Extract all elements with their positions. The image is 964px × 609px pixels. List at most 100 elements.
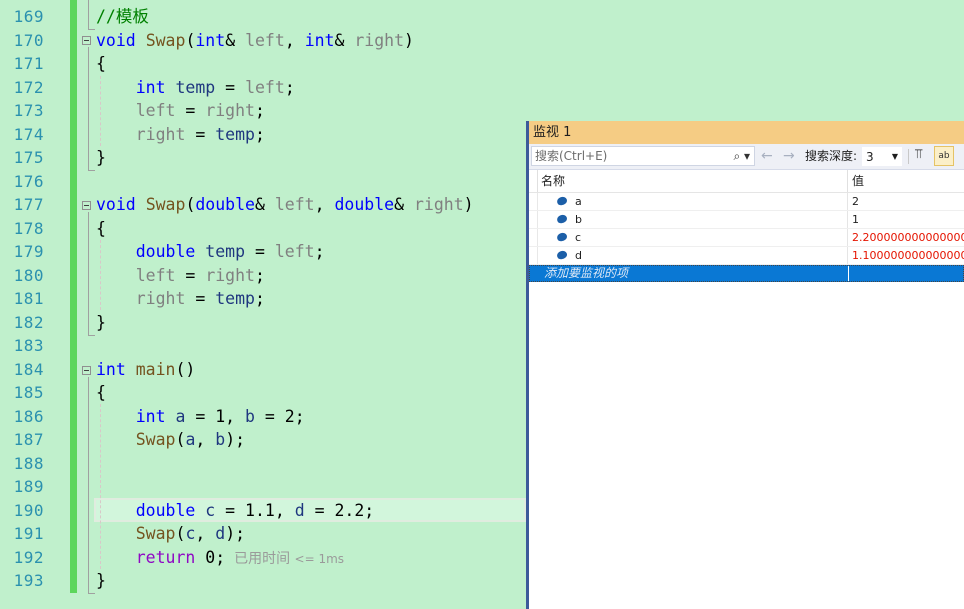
pin-filter-icon[interactable]: ⫪ <box>915 147 922 162</box>
code-text[interactable]: { <box>96 381 106 405</box>
code-token: = <box>175 265 206 285</box>
code-text[interactable]: left = right; <box>96 99 265 123</box>
indent-guide <box>100 240 101 310</box>
line-number: 185 <box>13 383 44 402</box>
outline-guide <box>88 212 89 335</box>
watch-value[interactable]: 1.1000000000000001 <box>852 247 964 264</box>
code-token: ; <box>254 124 265 144</box>
code-text[interactable]: return 0; 已用时间 <= 1ms <box>96 546 344 572</box>
watch-value[interactable]: 2 <box>852 193 859 210</box>
forward-arrow-icon[interactable]: → <box>783 147 795 165</box>
search-depth-select[interactable]: 3 ▼ <box>862 147 902 166</box>
watch-name[interactable]: b <box>575 211 582 228</box>
code-text[interactable]: right = temp; <box>96 123 265 147</box>
outline-guide <box>88 47 89 170</box>
search-depth-label: 搜索深度: <box>805 149 858 163</box>
code-text[interactable]: Swap(a, b); <box>96 428 245 452</box>
line-number: 173 <box>13 101 44 120</box>
code-text[interactable]: void Swap(int& left, int& right) <box>96 29 414 53</box>
watch-row[interactable]: a2 <box>529 193 964 211</box>
code-token: = 2.2; <box>304 500 375 520</box>
code-token: double <box>135 242 196 261</box>
search-input[interactable]: 搜索(Ctrl+E) ⌕ ▾ <box>531 146 755 166</box>
code-token: 0; <box>195 547 226 567</box>
collapse-icon[interactable] <box>82 366 91 375</box>
header-gutter <box>529 170 538 192</box>
column-resize-handle[interactable] <box>847 170 848 192</box>
code-token: = 1, <box>185 406 246 426</box>
line-number: 175 <box>13 148 44 167</box>
watch-value[interactable]: 1 <box>852 211 859 228</box>
outline-guide <box>88 593 95 594</box>
watch-row[interactable]: c 2.2000000000000002 <box>529 229 964 247</box>
code-text[interactable]: } <box>96 146 106 170</box>
watch-value[interactable]: 2.2000000000000002 <box>852 229 964 246</box>
code-line[interactable]: 172 int temp = left; <box>0 76 964 100</box>
code-text[interactable]: } <box>96 311 106 335</box>
toolbar-separator <box>908 149 909 164</box>
code-text[interactable]: { <box>96 52 106 76</box>
code-token: & <box>394 195 414 214</box>
watch-name[interactable]: d <box>575 247 582 264</box>
code-text[interactable]: int a = 1, b = 2; <box>96 405 305 429</box>
code-token: } <box>96 571 106 590</box>
code-token: //模板 <box>96 7 149 26</box>
watch-row[interactable]: b1 <box>529 211 964 229</box>
code-token: int <box>135 406 166 426</box>
perf-tip[interactable]: 已用时间 <= 1ms <box>225 551 344 567</box>
code-text[interactable]: right = temp; <box>96 287 265 311</box>
code-text[interactable]: int main() <box>96 358 195 382</box>
code-token: right <box>135 124 186 144</box>
variable-icon <box>555 249 569 261</box>
code-text[interactable]: double temp = left; <box>96 240 325 264</box>
row-gutter <box>529 229 538 246</box>
add-watch-row[interactable]: 添加要监视的项 <box>529 265 964 282</box>
line-number: 181 <box>13 289 44 308</box>
hex-display-button[interactable]: ab <box>934 146 954 166</box>
watch-title[interactable]: 监视 1 <box>529 121 964 144</box>
code-line[interactable]: 169 //模板 <box>0 5 964 29</box>
watch-column-header: 名称 值 <box>529 170 964 193</box>
code-text[interactable]: left = right; <box>96 264 265 288</box>
code-token: left <box>245 30 285 50</box>
code-text[interactable]: void Swap(double& left, double& right) <box>96 193 474 217</box>
watch-name[interactable]: c <box>575 229 581 246</box>
collapse-icon[interactable] <box>82 36 91 45</box>
code-token: a <box>185 430 196 449</box>
code-token: () <box>175 359 196 379</box>
code-token: , <box>284 30 305 50</box>
code-text[interactable]: int temp = left; <box>96 76 295 100</box>
code-token: ( <box>175 430 186 449</box>
back-arrow-icon[interactable]: ← <box>761 147 773 165</box>
code-line[interactable]: 173 left = right; <box>0 99 964 123</box>
code-token: left <box>135 265 176 285</box>
code-token: c <box>185 524 196 543</box>
line-number: 178 <box>13 218 44 238</box>
collapse-icon[interactable] <box>82 201 91 210</box>
code-text[interactable]: //模板 <box>96 5 149 29</box>
code-token: left <box>245 77 285 97</box>
watch-name[interactable]: a <box>575 193 582 210</box>
add-watch-placeholder: 添加要监视的项 <box>544 266 629 280</box>
code-text[interactable]: } <box>96 569 106 593</box>
watch-row[interactable]: d 1.1000000000000001 <box>529 247 964 265</box>
outline-guide <box>88 170 95 171</box>
code-token: double <box>334 195 395 214</box>
code-token: double <box>135 500 196 520</box>
code-text[interactable]: Swap(c, d); <box>96 522 245 546</box>
column-name-header[interactable]: 名称 <box>541 170 565 192</box>
code-text[interactable]: { <box>96 217 106 241</box>
column-value-header[interactable]: 值 <box>852 170 864 192</box>
code-line[interactable]: 171 { <box>0 52 964 76</box>
code-token: int <box>304 30 335 50</box>
line-number: 188 <box>13 453 44 473</box>
line-number: 177 <box>13 195 44 214</box>
code-line[interactable]: 170 void Swap(int& left, int& right) <box>0 29 964 53</box>
line-number: 176 <box>13 171 44 191</box>
search-icon[interactable]: ⌕ ▾ <box>733 147 750 165</box>
line-number: 174 <box>13 124 44 144</box>
code-text[interactable]: double c = 1.1, d = 2.2; <box>96 499 374 523</box>
